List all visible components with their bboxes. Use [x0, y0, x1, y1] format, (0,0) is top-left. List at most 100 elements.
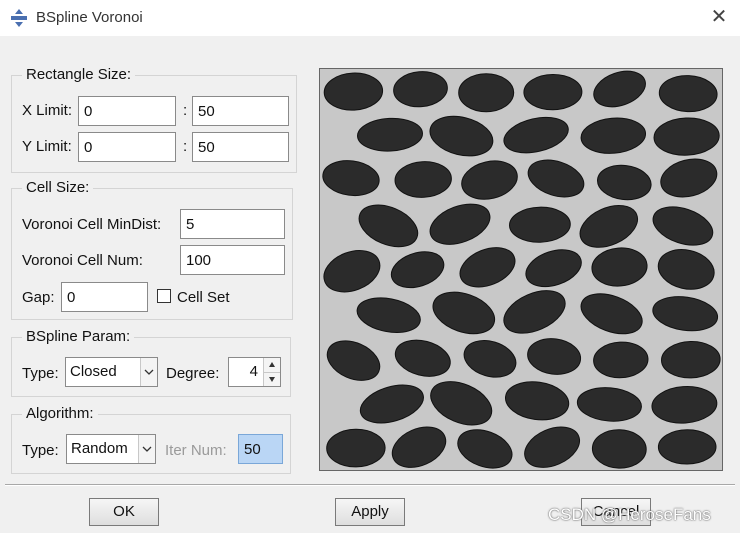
bspline-param-title: BSpline Param:: [22, 328, 135, 345]
cell-num-label: Voronoi Cell Num:: [22, 252, 143, 269]
voronoi-cell: [593, 341, 649, 379]
cell-num-input[interactable]: [180, 245, 285, 275]
voronoi-cell: [322, 160, 380, 197]
x-limit-label: X Limit:: [22, 102, 73, 119]
bspline-type-value: Closed: [70, 363, 117, 380]
algorithm-type-dropdown-button[interactable]: [138, 435, 155, 463]
rectangle-size-title: Rectangle Size:: [22, 66, 136, 83]
mindist-label: Voronoi Cell MinDist:: [22, 216, 162, 233]
algorithm-type-select[interactable]: Random: [66, 434, 156, 464]
cell-set-label: Cell Set: [177, 289, 230, 306]
x-limit-separator: :: [183, 102, 188, 119]
close-icon: ✕: [710, 6, 728, 28]
triangle-down-icon: [269, 377, 275, 382]
close-button[interactable]: ✕: [708, 6, 730, 28]
voronoi-cell: [429, 203, 491, 245]
degree-increment-button[interactable]: [264, 358, 280, 373]
voronoi-preview: [319, 68, 723, 471]
gap-label: Gap:: [22, 289, 55, 306]
voronoi-cells: [322, 70, 721, 469]
y-limit-max-input[interactable]: [192, 132, 289, 162]
degree-decrement-button[interactable]: [264, 372, 280, 386]
y-limit-separator: :: [183, 138, 188, 155]
app-icon: [11, 9, 27, 27]
voronoi-cell: [523, 73, 583, 111]
voronoi-cell: [430, 381, 493, 426]
cell-set-checkbox[interactable]: [157, 289, 171, 303]
bspline-type-select[interactable]: Closed: [65, 357, 158, 387]
voronoi-cell: [457, 429, 513, 469]
voronoi-cell: [509, 206, 571, 243]
degree-spin-buttons: [263, 358, 280, 386]
voronoi-cell: [323, 72, 384, 111]
voronoi-cell: [394, 161, 452, 198]
algorithm-title: Algorithm:: [22, 405, 98, 422]
title-bar: BSpline Voronoi ✕: [0, 0, 740, 36]
ok-button[interactable]: OK: [89, 498, 159, 526]
voronoi-cell: [657, 249, 715, 290]
iter-num-input[interactable]: [238, 434, 283, 464]
y-limit-min-input[interactable]: [78, 132, 176, 162]
voronoi-cell: [393, 71, 448, 108]
voronoi-cell: [527, 338, 582, 375]
voronoi-cell: [459, 247, 516, 288]
y-limit-label: Y Limit:: [22, 138, 72, 155]
voronoi-cell: [394, 339, 451, 377]
voronoi-cell: [576, 387, 642, 422]
voronoi-cell: [597, 164, 652, 201]
apply-button[interactable]: Apply: [335, 498, 405, 526]
voronoi-cell: [652, 206, 714, 246]
voronoi-cell: [432, 291, 496, 335]
voronoi-cell: [391, 426, 447, 468]
button-separator: [5, 484, 735, 486]
chevron-down-icon: [144, 369, 154, 375]
voronoi-cell: [461, 160, 518, 200]
voronoi-cell: [504, 381, 570, 421]
voronoi-cell: [580, 117, 647, 154]
mindist-input[interactable]: [180, 209, 285, 239]
voronoi-cell: [463, 339, 517, 378]
voronoi-cell: [326, 340, 381, 381]
iter-num-label: Iter Num:: [165, 442, 227, 459]
degree-label: Degree:: [166, 365, 220, 382]
voronoi-cell: [356, 297, 421, 333]
x-limit-min-input[interactable]: [78, 96, 176, 126]
voronoi-cell: [503, 290, 566, 334]
voronoi-cell: [579, 205, 639, 248]
voronoi-cell: [326, 428, 386, 468]
voronoi-cell: [593, 70, 646, 108]
voronoi-cell: [358, 204, 419, 248]
voronoi-cell: [658, 75, 718, 113]
voronoi-cell: [525, 249, 582, 288]
algorithm-type-value: Random: [71, 440, 128, 457]
window-title: BSpline Voronoi: [36, 9, 143, 26]
voronoi-cell: [657, 429, 717, 465]
bspline-type-dropdown-button[interactable]: [140, 358, 157, 386]
voronoi-cell: [661, 340, 721, 379]
triangle-up-icon: [269, 362, 275, 367]
voronoi-cell: [580, 293, 643, 335]
voronoi-cell: [390, 251, 445, 289]
voronoi-cell: [653, 117, 720, 156]
voronoi-cell: [503, 116, 569, 154]
x-limit-max-input[interactable]: [192, 96, 289, 126]
voronoi-cell: [323, 249, 381, 293]
degree-spinbox[interactable]: 4: [228, 357, 281, 387]
gap-input[interactable]: [61, 282, 148, 312]
voronoi-cell: [591, 247, 648, 287]
voronoi-cell: [527, 159, 585, 198]
voronoi-cell: [660, 158, 718, 198]
chevron-down-icon: [142, 446, 152, 452]
degree-value: 4: [249, 363, 258, 380]
voronoi-cell: [429, 115, 494, 157]
voronoi-cell: [357, 117, 423, 152]
algorithm-type-label: Type:: [22, 442, 59, 459]
voronoi-cell: [591, 429, 647, 469]
voronoi-cell: [651, 385, 718, 424]
voronoi-cell: [652, 296, 719, 332]
watermark: CSDN @HeroseFans: [548, 505, 711, 524]
bspline-type-label: Type:: [22, 365, 59, 382]
voronoi-cell: [359, 384, 424, 424]
voronoi-cell: [524, 426, 580, 468]
voronoi-cell: [458, 73, 515, 113]
